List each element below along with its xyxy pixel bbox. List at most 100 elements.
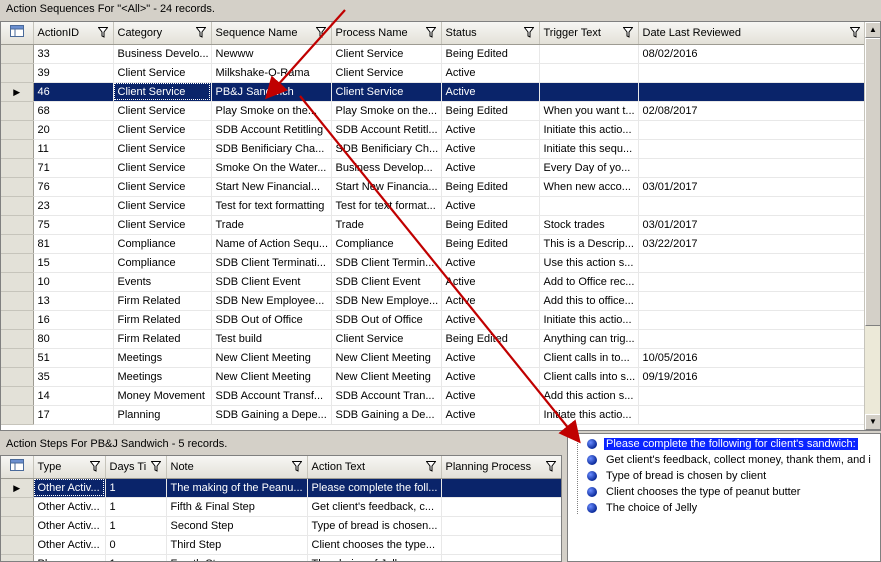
cell-trigger[interactable] bbox=[539, 63, 639, 83]
cell-date[interactable] bbox=[638, 63, 866, 83]
cell-process[interactable]: Business Develop... bbox=[331, 158, 442, 178]
row-selector[interactable] bbox=[1, 44, 34, 64]
cell-process[interactable]: SDB Client Event bbox=[331, 272, 442, 292]
cell-sequence[interactable]: Name of Action Sequ... bbox=[211, 234, 332, 254]
row-selector-header[interactable] bbox=[1, 456, 34, 479]
cell-action[interactable]: The choice of Jelly bbox=[307, 554, 442, 561]
row-selector-header[interactable] bbox=[1, 22, 34, 45]
cell-status[interactable]: Being Edited bbox=[441, 234, 540, 254]
cell-category[interactable]: Business Develo... bbox=[113, 44, 212, 64]
cell-status[interactable]: Active bbox=[441, 82, 540, 102]
cell-category[interactable]: Client Service bbox=[113, 63, 212, 83]
cell-action[interactable]: Get client's feedback, c... bbox=[307, 497, 442, 517]
table-row[interactable]: 76 Client Service Start New Financial... St… bbox=[1, 177, 866, 197]
table-row[interactable]: 17 Planning SDB Gaining a Depe... SDB Gaini… bbox=[1, 405, 866, 425]
tree-item[interactable]: Get client's feedback, collect money, th… bbox=[568, 452, 880, 468]
row-selector[interactable] bbox=[1, 329, 34, 349]
cell-process[interactable]: Compliance bbox=[331, 234, 442, 254]
column-header-date-last-reviewed[interactable]: Date Last Reviewed bbox=[638, 22, 866, 45]
cell-type[interactable]: Other Activ... bbox=[33, 497, 106, 517]
cell-sequence[interactable]: SDB Account Transf... bbox=[211, 386, 332, 406]
table-row[interactable]: 39 Client Service Milkshake-O-Rama Client S… bbox=[1, 63, 866, 83]
cell-status[interactable]: Active bbox=[441, 386, 540, 406]
row-selector[interactable] bbox=[1, 158, 34, 178]
row-selector[interactable] bbox=[1, 101, 34, 121]
cell-sequence[interactable]: New Client Meeting bbox=[211, 348, 332, 368]
column-chooser-icon[interactable] bbox=[9, 25, 24, 38]
cell-id[interactable]: 33 bbox=[33, 44, 114, 64]
cell-date[interactable] bbox=[638, 291, 866, 311]
cell-date[interactable] bbox=[638, 253, 866, 273]
table-row[interactable]: 15 Compliance SDB Client Terminati... SDB C… bbox=[1, 253, 866, 273]
cell-date[interactable] bbox=[638, 272, 866, 292]
cell-sequence[interactable]: SDB Client Terminati... bbox=[211, 253, 332, 273]
action-sequences-grid[interactable]: ActionID Category Sequence Name Process Nam… bbox=[0, 21, 881, 431]
cell-status[interactable]: Active bbox=[441, 158, 540, 178]
cell-id[interactable]: 16 bbox=[33, 310, 114, 330]
table-row[interactable]: 68 Client Service Play Smoke on the... Play… bbox=[1, 101, 866, 121]
cell-id[interactable]: 15 bbox=[33, 253, 114, 273]
cell-status[interactable]: Active bbox=[441, 139, 540, 159]
cell-id[interactable]: 68 bbox=[33, 101, 114, 121]
table-row[interactable]: 10 Events SDB Client Event SDB Client Event… bbox=[1, 272, 866, 292]
cell-category[interactable]: Money Movement bbox=[113, 386, 212, 406]
row-selector[interactable] bbox=[1, 291, 34, 311]
cell-sequence[interactable]: Milkshake-O-Rama bbox=[211, 63, 332, 83]
cell-category[interactable]: Events bbox=[113, 272, 212, 292]
cell-status[interactable]: Active bbox=[441, 253, 540, 273]
cell-process[interactable]: SDB Benificiary Ch... bbox=[331, 139, 442, 159]
cell-category[interactable]: Firm Related bbox=[113, 310, 212, 330]
column-header-sequence-name[interactable]: Sequence Name bbox=[211, 22, 332, 45]
cell-id[interactable]: 75 bbox=[33, 215, 114, 235]
funnel-filter-icon[interactable] bbox=[291, 461, 302, 472]
column-header-note[interactable]: Note bbox=[166, 456, 308, 479]
scroll-thumb[interactable] bbox=[865, 38, 880, 326]
cell-process[interactable]: SDB Account Retitl... bbox=[331, 120, 442, 140]
cell-id[interactable]: 51 bbox=[33, 348, 114, 368]
cell-sequence[interactable]: SDB Client Event bbox=[211, 272, 332, 292]
cell-process[interactable]: Client Service bbox=[331, 329, 442, 349]
cell-id[interactable]: 10 bbox=[33, 272, 114, 292]
cell-sequence[interactable]: Smoke On the Water... bbox=[211, 158, 332, 178]
cell-action[interactable]: Client chooses the type... bbox=[307, 535, 442, 555]
cell-date[interactable]: 08/02/2016 bbox=[638, 44, 866, 64]
cell-category[interactable]: Client Service bbox=[113, 101, 212, 121]
cell-date[interactable]: 03/01/2017 bbox=[638, 177, 866, 197]
row-selector[interactable] bbox=[1, 234, 34, 254]
cell-note[interactable]: The making of the Peanu... bbox=[166, 478, 308, 498]
cell-trigger[interactable]: Client calls into s... bbox=[539, 367, 639, 387]
cell-note[interactable]: Fifth & Final Step bbox=[166, 497, 308, 517]
cell-trigger[interactable]: Add this action s... bbox=[539, 386, 639, 406]
tree-item[interactable]: Please complete the following for client… bbox=[568, 436, 880, 452]
row-selector[interactable]: ▶ bbox=[1, 82, 34, 102]
funnel-filter-icon[interactable] bbox=[195, 27, 206, 38]
cell-category[interactable]: Client Service bbox=[113, 82, 212, 102]
column-chooser-icon[interactable] bbox=[9, 459, 24, 472]
cell-status[interactable]: Being Edited bbox=[441, 177, 540, 197]
cell-category[interactable]: Client Service bbox=[113, 177, 212, 197]
tree-item[interactable]: Client chooses the type of peanut butter bbox=[568, 484, 880, 500]
row-selector[interactable] bbox=[1, 386, 34, 406]
cell-sequence[interactable]: Newww bbox=[211, 44, 332, 64]
cell-id[interactable]: 81 bbox=[33, 234, 114, 254]
cell-status[interactable]: Active bbox=[441, 196, 540, 216]
cell-status[interactable]: Active bbox=[441, 272, 540, 292]
row-selector[interactable] bbox=[1, 516, 34, 536]
cell-trigger[interactable]: Client calls in to... bbox=[539, 348, 639, 368]
table-row[interactable]: 23 Client Service Test for text formatting… bbox=[1, 196, 866, 216]
row-selector[interactable] bbox=[1, 139, 34, 159]
table-row[interactable]: ▶ 46 Client Service PB&J Sandwich Client Ser… bbox=[1, 82, 866, 102]
cell-date[interactable] bbox=[638, 310, 866, 330]
funnel-filter-icon[interactable] bbox=[622, 27, 633, 38]
cell-id[interactable]: 71 bbox=[33, 158, 114, 178]
table-row[interactable]: 20 Client Service SDB Account Retitling SDB… bbox=[1, 120, 866, 140]
cell-category[interactable]: Compliance bbox=[113, 234, 212, 254]
row-selector[interactable] bbox=[1, 177, 34, 197]
cell-status[interactable]: Active bbox=[441, 63, 540, 83]
cell-status[interactable]: Active bbox=[441, 405, 540, 425]
cell-process[interactable]: Client Service bbox=[331, 63, 442, 83]
table-row[interactable]: Phone1Fourth StepThe choice of Jelly bbox=[1, 554, 561, 561]
cell-category[interactable]: Client Service bbox=[113, 120, 212, 140]
table-row[interactable]: 51 Meetings New Client Meeting New Client M… bbox=[1, 348, 866, 368]
funnel-filter-icon[interactable] bbox=[97, 27, 108, 38]
